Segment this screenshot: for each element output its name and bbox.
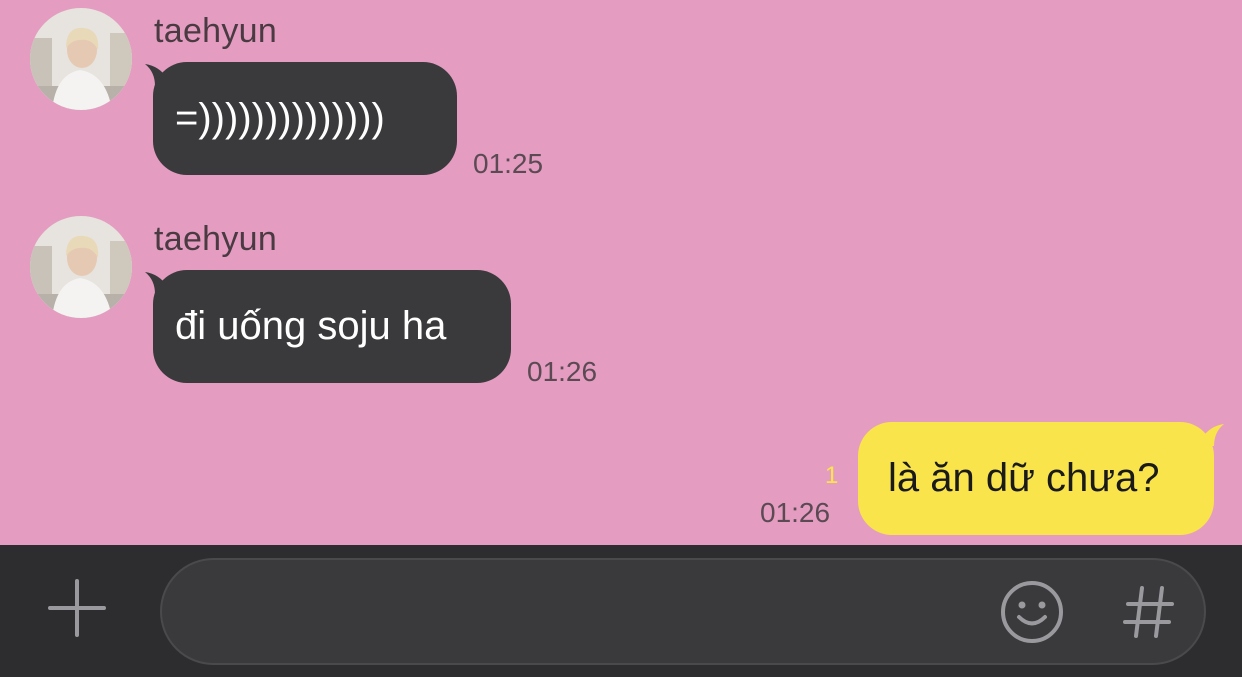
- smiley-icon: [1001, 581, 1063, 643]
- sender-name: taehyun: [154, 220, 278, 258]
- attach-button[interactable]: [44, 575, 110, 641]
- message-time: 01:26: [760, 497, 831, 528]
- message-bubble[interactable]: =)))))))))))))): [153, 62, 457, 175]
- sender-name: taehyun: [154, 12, 278, 50]
- bubble-tail: [1202, 424, 1224, 446]
- chat-area[interactable]: taehyun =)))))))))))))) 01:25 taehyun đi…: [0, 0, 1242, 545]
- emoji-button[interactable]: [998, 578, 1066, 646]
- message-time: 01:26: [527, 356, 598, 387]
- avatar[interactable]: [30, 216, 132, 318]
- plus-icon: [48, 579, 106, 637]
- unread-count: 1: [825, 462, 839, 489]
- profile-photo: [30, 8, 132, 110]
- message-bubble[interactable]: là ăn dữ chưa?: [858, 422, 1214, 535]
- hashtag-button[interactable]: [1118, 578, 1178, 646]
- message-bubble[interactable]: đi uống soju ha: [153, 270, 511, 383]
- profile-photo: [30, 216, 132, 318]
- message-text: là ăn dữ chưa?: [888, 456, 1160, 500]
- hash-icon: [1123, 586, 1174, 638]
- message-composer: [0, 545, 1242, 677]
- message-text: đi uống soju ha: [175, 304, 447, 348]
- avatar[interactable]: [30, 8, 132, 110]
- message-text: =)))))))))))))): [175, 96, 385, 140]
- message-time: 01:25: [473, 148, 544, 179]
